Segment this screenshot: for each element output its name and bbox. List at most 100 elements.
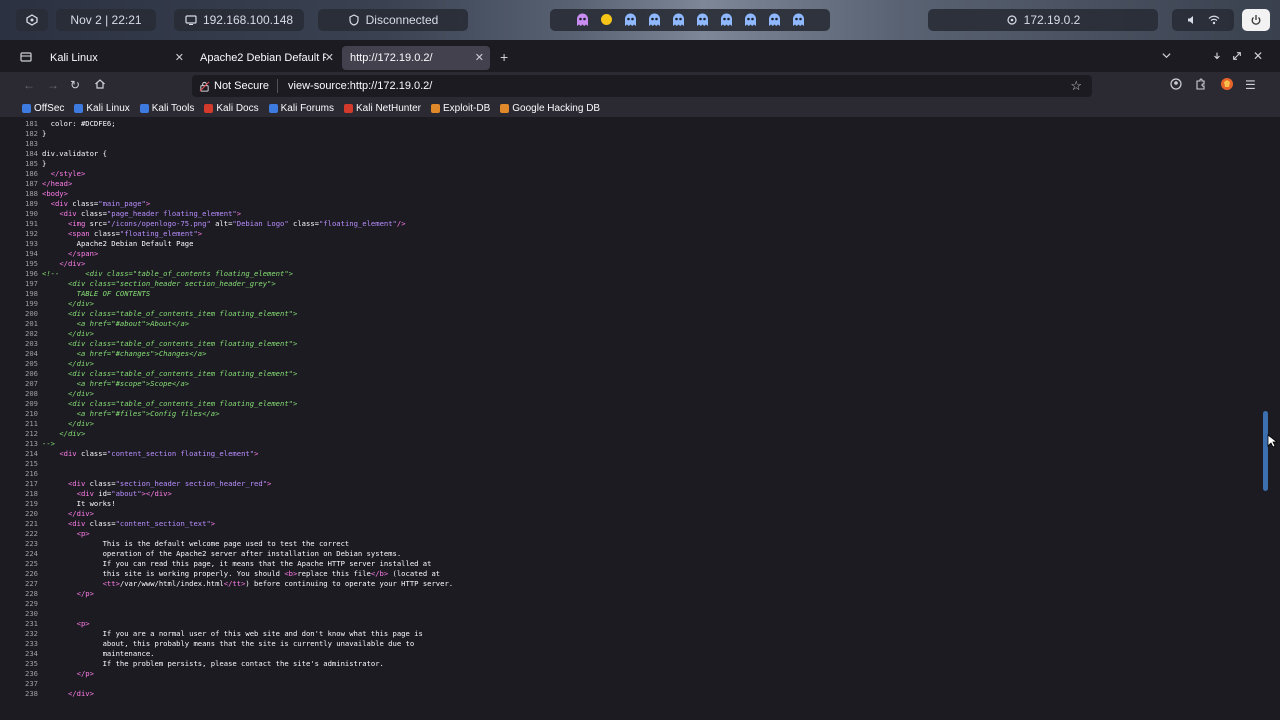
workspace-ghost-icon[interactable] (696, 13, 709, 27)
workspace-ghost-icon[interactable] (576, 13, 589, 27)
line-number: 197 (25, 279, 38, 288)
line-number: 231 (25, 619, 38, 628)
bookmark-star-icon[interactable]: ☆ (1070, 78, 1082, 94)
bookmark-favicon-icon (204, 104, 214, 113)
power-icon (1250, 14, 1262, 26)
address-bar[interactable]: Not Secure view-source:http://172.19.0.2… (192, 75, 1092, 97)
tab-kali-linux[interactable]: Kali Linux ✕ (42, 46, 190, 70)
bookmark-favicon-icon (500, 104, 510, 113)
source-line: </div> (42, 419, 94, 428)
system-tray[interactable] (1172, 9, 1234, 31)
workspace-ghost-icon[interactable] (792, 13, 805, 27)
source-line: --> (42, 439, 55, 448)
bookmark-label: Kali Tools (151, 103, 195, 114)
new-tab-button[interactable]: + (500, 49, 508, 65)
line-number: 186 (25, 169, 38, 178)
vpn-shield-icon (348, 14, 360, 26)
tab-apache-default[interactable]: Apache2 Debian Default Page ✕ (192, 46, 340, 70)
line-number: 214 (25, 449, 38, 458)
vertical-scrollbar[interactable] (1258, 117, 1280, 720)
source-line: <div class="page_header floating_element… (59, 209, 242, 218)
tab-view-source[interactable]: http://172.19.0.2/ ✕ (342, 46, 490, 70)
target-ip-text: 172.19.0.2 (1023, 13, 1081, 27)
forward-arrow-icon[interactable]: → (47, 78, 59, 92)
line-number: 238 (25, 689, 38, 698)
bookmark-item[interactable]: OffSec (22, 103, 64, 114)
target-icon (1006, 14, 1018, 26)
foxyproxy-icon[interactable] (1220, 77, 1234, 94)
workspace-switcher[interactable] (550, 9, 830, 31)
minimize-icon[interactable] (1212, 50, 1222, 64)
extensions-icon[interactable] (1194, 78, 1206, 93)
workspace-ghost-icon[interactable] (768, 13, 781, 27)
security-label[interactable]: Not Secure (214, 80, 269, 92)
tab-close-icon[interactable]: ✕ (325, 51, 334, 64)
bookmark-item[interactable]: Kali Tools (139, 103, 195, 114)
tab-label: http://172.19.0.2/ (350, 52, 433, 64)
source-line: <img src="/icons/openlogo-75.png" alt="D… (67, 219, 406, 228)
power-button[interactable] (1242, 9, 1270, 31)
tab-close-icon[interactable]: ✕ (175, 51, 184, 64)
clock-widget[interactable]: Nov 2 | 22:21 (56, 9, 156, 31)
datetime-text: Nov 2 | 22:21 (70, 13, 142, 27)
line-number: 204 (25, 349, 38, 358)
line-number: 181 (25, 119, 38, 128)
wifi-icon[interactable] (1208, 14, 1220, 26)
url-text[interactable]: view-source:http://172.19.0.2/ (288, 80, 432, 92)
menu-hamburger-icon[interactable]: ☰ (1245, 78, 1256, 92)
line-number: 234 (25, 649, 38, 658)
source-line: <div class="section_header section_heade… (42, 279, 276, 288)
bookmark-label: Exploit-DB (443, 103, 491, 114)
local-ip-text: 192.168.100.148 (202, 13, 294, 27)
line-number: 237 (25, 679, 38, 688)
home-icon[interactable] (94, 78, 106, 93)
line-number: 226 (25, 569, 38, 578)
line-number: 203 (25, 339, 38, 348)
source-line: </div> (67, 509, 94, 518)
source-line: <p> (76, 619, 90, 628)
workspace-active-icon[interactable] (600, 13, 613, 27)
workspace-ghost-icon[interactable] (744, 13, 757, 27)
source-line: div.validator { (42, 149, 107, 158)
lock-broken-icon[interactable] (199, 81, 210, 92)
bookmark-item[interactable]: Kali Docs (204, 103, 259, 114)
kali-menu-button[interactable] (16, 9, 48, 31)
line-number: 182 (25, 129, 38, 138)
workspace-ghost-icon[interactable] (720, 13, 733, 27)
volume-icon[interactable] (1186, 14, 1198, 26)
bookmark-item[interactable]: Kali Linux (74, 103, 130, 114)
source-line: </div> (42, 329, 94, 338)
bookmark-item[interactable]: Kali NetHunter (343, 103, 421, 114)
tab-close-icon[interactable]: ✕ (475, 51, 484, 64)
source-line: <a href="#scope">Scope</a> (42, 379, 190, 388)
line-number: 196 (25, 269, 38, 278)
source-line: </head> (42, 179, 73, 188)
workspace-ghost-icon[interactable] (648, 13, 661, 27)
line-number: 208 (25, 389, 38, 398)
workspace-ghost-icon[interactable] (624, 13, 637, 27)
line-number: 229 (25, 599, 38, 608)
close-window-icon[interactable]: ✕ (1253, 49, 1263, 63)
reload-icon[interactable]: ↻ (70, 78, 80, 92)
bookmarks-toolbar: OffSec Kali Linux Kali Tools Kali Docs Kali … (0, 100, 1280, 117)
tab-overview-icon[interactable] (20, 51, 32, 66)
bookmark-item[interactable]: Exploit-DB (431, 103, 490, 114)
back-arrow-icon[interactable]: ← (23, 78, 35, 92)
line-number: 216 (25, 469, 38, 478)
workspace-ghost-icon[interactable] (672, 13, 685, 27)
vpn-widget[interactable]: Disconnected (318, 9, 468, 31)
bookmark-item[interactable]: Kali Forums (268, 103, 334, 114)
source-line: If you can read this page, it means that… (42, 559, 432, 568)
bookmark-item[interactable]: Google Hacking DB (500, 103, 600, 114)
line-number: 202 (25, 329, 38, 338)
ip-widget[interactable]: 192.168.100.148 (174, 9, 304, 31)
mouse-cursor-icon (1267, 434, 1279, 453)
target-ip-widget[interactable]: 172.19.0.2 (928, 9, 1158, 31)
view-source-content: 181 color: #DCDFE6; 182} 183 184 div.validat… (0, 117, 1258, 720)
maximize-icon[interactable] (1232, 50, 1242, 64)
source-line: about, this probably means that the site… (42, 639, 415, 648)
list-tabs-chevron-icon[interactable] (1161, 50, 1172, 64)
source-line: } (42, 129, 47, 138)
account-icon[interactable] (1170, 78, 1182, 93)
line-number: 223 (25, 539, 38, 548)
